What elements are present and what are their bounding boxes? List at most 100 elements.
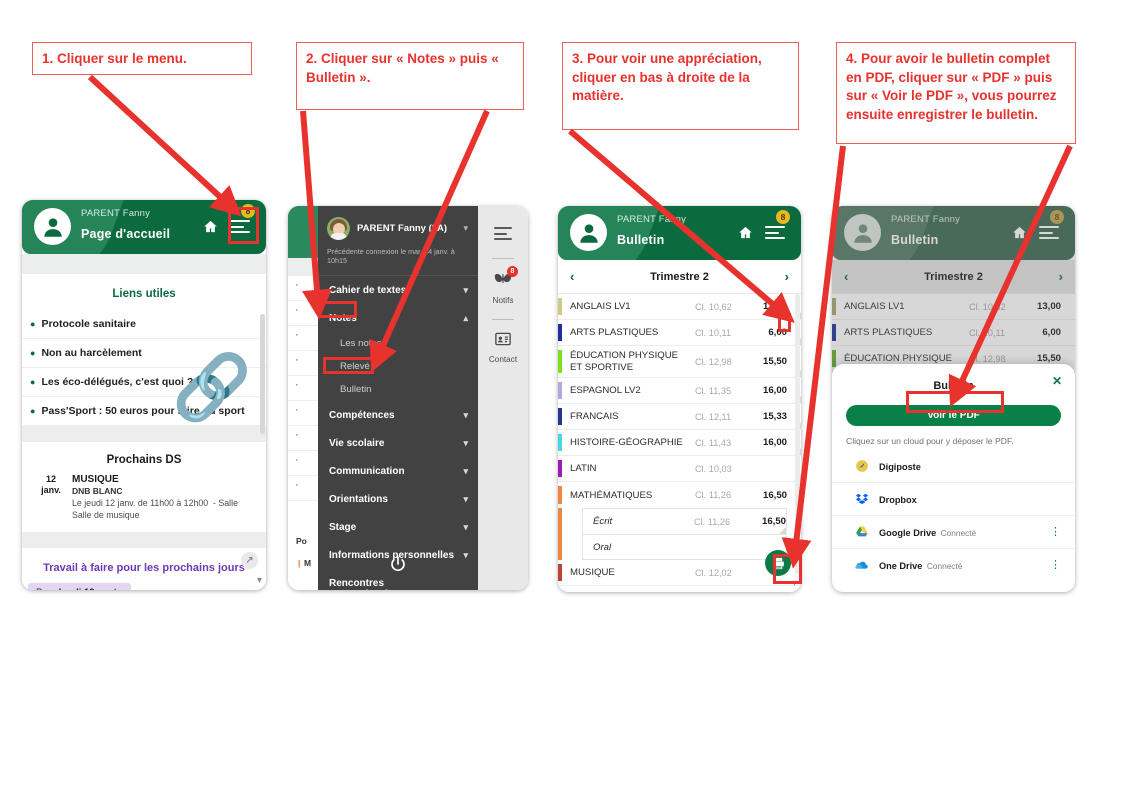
- dropbox-icon: [854, 492, 869, 507]
- section-divider: [22, 531, 266, 548]
- chevron-right-icon[interactable]: ›: [785, 269, 789, 284]
- menu-item-label: Orientations: [329, 493, 388, 505]
- cloud-name: Google Drive: [879, 528, 937, 538]
- scrollbar[interactable]: [795, 294, 800, 574]
- subject-color-bar: [558, 508, 562, 561]
- homework-card: ↗ Travail à faire pour les prochains jou…: [22, 547, 266, 590]
- side-rail: 8 Notifs Contact: [478, 206, 528, 590]
- subject-name: HISTOIRE-GÉOGRAPHIE: [570, 437, 683, 449]
- chevron-left-icon[interactable]: ‹: [570, 269, 574, 284]
- class-average: Cl. 11,26: [694, 516, 731, 527]
- table-row[interactable]: ÉDUCATION PHYSIQUE ET SPORTIVE Cl. 12,98…: [558, 346, 801, 379]
- avatar[interactable]: [570, 214, 607, 251]
- more-vertical-icon[interactable]: ⋮: [1050, 527, 1061, 537]
- link-label: Les éco-délégués, c'est quoi ?: [41, 376, 194, 388]
- app-header: PARENT Fanny Bulletin 8: [558, 206, 801, 260]
- subject-color-bar: [558, 486, 562, 505]
- cloud-item-digiposte[interactable]: Digiposte: [832, 450, 1075, 483]
- bullet-icon: ●: [30, 319, 36, 329]
- class-average: Cl. 11,35: [695, 385, 732, 396]
- callout-step-3: 3. Pour voir une appréciation, cliquer e…: [562, 42, 799, 130]
- cloud-text: Google Drive Connecté: [879, 523, 1040, 541]
- class-average: Cl. 11,26: [695, 490, 732, 501]
- cloud-item-one-drive[interactable]: One Drive Connecté ⋮: [832, 549, 1075, 581]
- avatar[interactable]: [34, 208, 71, 245]
- table-row[interactable]: HISTOIRE-GÉOGRAPHIE Cl. 11,43 16,00: [558, 430, 801, 457]
- background-text: M: [304, 558, 312, 568]
- rail-item-label: Notifs: [492, 296, 514, 305]
- subject-name: ANGLAIS LV1: [570, 300, 631, 312]
- menu-item-bulletin[interactable]: Bulletin: [318, 378, 478, 401]
- list-item[interactable]: 12 janv. MUSIQUE DNB BLANC Le jeudi 12 j…: [22, 474, 266, 532]
- cloud-status: Connecté: [940, 528, 977, 538]
- menu-item-communication[interactable]: Communication ▾: [318, 457, 478, 485]
- hamburger-menu-icon[interactable]: [478, 220, 528, 254]
- cloud-name: Digiposte: [879, 462, 921, 472]
- subject-color-bar: [558, 382, 562, 400]
- term-label: Trimestre 2: [650, 270, 709, 283]
- rail-item-notifs[interactable]: 8 Notifs: [478, 266, 528, 315]
- notification-badge: 8: [507, 266, 518, 277]
- chevron-down-icon[interactable]: ▾: [257, 575, 262, 586]
- subject-name: FRANCAIS: [570, 411, 619, 423]
- table-row[interactable]: ESPAGNOL LV2 Cl. 11,35 16,00: [558, 378, 801, 405]
- drawer-username: PARENT Fanny (3A): [357, 223, 448, 234]
- table-row[interactable]: ARTS PLASTIQUES Cl. 10,11 6,00: [558, 320, 801, 346]
- appreciation-corner-handle[interactable]: [779, 527, 786, 535]
- subject-name: ESPAGNOL LV2: [570, 385, 641, 397]
- test-room: Salle de musique: [72, 509, 140, 520]
- table-row[interactable]: ANGLAIS LV1 Cl. 10,62 13,00: [558, 294, 801, 320]
- test-schedule: Le jeudi 12 janv. de 11h00 à 12h00 - Sal…: [72, 498, 238, 520]
- home-icon[interactable]: [203, 219, 218, 234]
- rail-item-contact[interactable]: Contact: [478, 330, 528, 374]
- list-item[interactable]: ● Protocole sanitaire: [22, 310, 266, 339]
- more-vertical-icon[interactable]: ⋮: [1050, 560, 1061, 570]
- cloud-item-google-drive[interactable]: Google Drive Connecté ⋮: [832, 516, 1075, 549]
- home-icon[interactable]: [738, 225, 753, 240]
- subject-children-wrapper: Écrit Cl. 11,26 16,50 Oral: [558, 508, 801, 561]
- drawer-user-row[interactable]: PARENT Fanny (3A) ▾: [318, 206, 478, 240]
- table-row[interactable]: Écrit Cl. 11,26 16,50: [582, 508, 787, 535]
- table-row[interactable]: [558, 586, 801, 592]
- menu-item-competences[interactable]: Compétences ▾: [318, 401, 478, 429]
- cloud-text: One Drive Connecté: [879, 556, 1040, 574]
- scrollbar[interactable]: [260, 314, 265, 434]
- close-icon[interactable]: ✕: [1052, 374, 1062, 388]
- test-when: Le jeudi 12 janv. de 11h00 à 12h00: [72, 498, 209, 508]
- test-room-label: Salle: [218, 498, 238, 508]
- onedrive-icon: [854, 558, 869, 573]
- class-average: Cl. 10,03: [695, 463, 732, 474]
- class-average: Cl. 12,11: [695, 411, 732, 422]
- table-row[interactable]: LATIN Cl. 10,03: [558, 456, 801, 483]
- highlight-menu-button: [228, 207, 259, 244]
- grades-list: ANGLAIS LV1 Cl. 10,62 13,00 ARTS PLASTIQ…: [558, 294, 801, 592]
- subject-name: ARTS PLASTIQUES: [570, 326, 659, 338]
- menu-item-orientations[interactable]: Orientations ▾: [318, 485, 478, 513]
- table-row[interactable]: Oral: [582, 534, 787, 561]
- menu-item-vie-scolaire[interactable]: Vie scolaire ▾: [318, 429, 478, 457]
- expand-arrow-icon[interactable]: ↗: [241, 551, 258, 569]
- chevron-down-icon[interactable]: ▾: [463, 223, 470, 234]
- chevron-down-icon: ▾: [463, 409, 468, 420]
- test-day: 12: [45, 474, 56, 484]
- cloud-item-dropbox[interactable]: Dropbox: [832, 483, 1075, 516]
- cloud-text: Dropbox: [879, 490, 1061, 508]
- cloud-name: One Drive: [879, 561, 923, 571]
- subject-name: MATHÉMATIQUES: [570, 489, 653, 501]
- phone-mockup-menu: 1 ja Po | M PARENT Fanny (3A) ▾ Précéden…: [288, 206, 528, 590]
- callout-step-1: 1. Cliquer sur le menu.: [32, 42, 252, 75]
- subject-color-bar: [558, 434, 562, 452]
- table-row[interactable]: MATHÉMATIQUES Cl. 11,26 16,50: [558, 482, 801, 508]
- google-drive-icon: [854, 525, 869, 540]
- student-grade: 16,00: [762, 385, 787, 397]
- divider: [492, 258, 514, 259]
- subject-name: MUSIQUE: [570, 567, 615, 579]
- menu-item-les-notes[interactable]: Les notes: [318, 332, 478, 355]
- table-row[interactable]: FRANCAIS Cl. 12,11 15,33: [558, 404, 801, 431]
- chevron-down-icon: ▾: [463, 493, 468, 504]
- menu-item-stage[interactable]: Stage ▾: [318, 513, 478, 541]
- homework-title: Travail à faire pour les prochains jours: [43, 561, 245, 574]
- avatar: [327, 217, 350, 240]
- menu-item-cahier-de-textes[interactable]: Cahier de textes ▾: [318, 276, 478, 304]
- power-off-icon[interactable]: [318, 555, 478, 578]
